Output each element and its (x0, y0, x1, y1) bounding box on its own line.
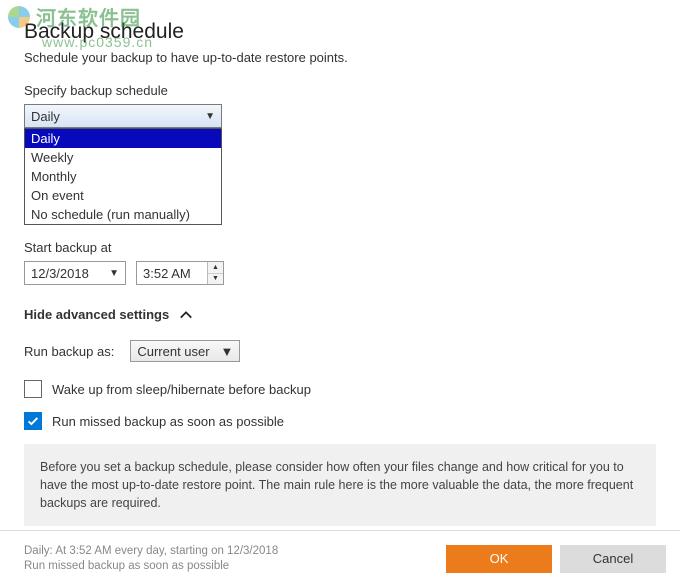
summary-line-1: Daily: At 3:52 AM every day, starting on… (24, 544, 438, 559)
chevron-down-icon: ▼ (220, 344, 233, 359)
run-as-select[interactable]: Current user ▼ (130, 340, 240, 362)
schedule-option-monthly[interactable]: Monthly (25, 167, 221, 186)
chevron-down-icon: ▼ (105, 268, 123, 279)
footer-summary: Daily: At 3:52 AM every day, starting on… (24, 544, 438, 574)
info-box: Before you set a backup schedule, please… (24, 444, 656, 526)
start-backup-label: Start backup at (24, 240, 656, 255)
summary-line-2: Run missed backup as soon as possible (24, 559, 438, 574)
schedule-option-on-event[interactable]: On event (25, 186, 221, 205)
schedule-option-weekly[interactable]: Weekly (25, 148, 221, 167)
missed-checkbox[interactable] (24, 412, 42, 430)
start-date-value: 12/3/2018 (31, 266, 89, 281)
time-spinner[interactable]: ▲ ▼ (207, 262, 223, 284)
footer: Daily: At 3:52 AM every day, starting on… (0, 530, 680, 586)
missed-label: Run missed backup as soon as possible (52, 414, 284, 429)
wake-checkbox[interactable] (24, 380, 42, 398)
spinner-down-icon[interactable]: ▼ (208, 274, 223, 285)
page-title: Backup schedule (24, 20, 656, 44)
schedule-option-daily[interactable]: Daily (25, 129, 221, 148)
ok-button[interactable]: OK (446, 545, 552, 573)
wake-label: Wake up from sleep/hibernate before back… (52, 382, 311, 397)
cancel-button[interactable]: Cancel (560, 545, 666, 573)
start-time-input[interactable]: 3:52 AM ▲ ▼ (136, 261, 224, 285)
chevron-down-icon: ▼ (205, 111, 215, 122)
start-date-input[interactable]: 12/3/2018 ▼ (24, 261, 126, 285)
page-subtitle: Schedule your backup to have up-to-date … (24, 50, 656, 65)
schedule-select-value: Daily (31, 109, 60, 124)
run-as-value: Current user (137, 344, 209, 359)
schedule-option-no-schedule[interactable]: No schedule (run manually) (25, 205, 221, 224)
spinner-up-icon[interactable]: ▲ (208, 262, 223, 274)
chevron-up-icon (179, 308, 193, 322)
advanced-toggle-label: Hide advanced settings (24, 307, 169, 322)
schedule-dropdown: Daily Weekly Monthly On event No schedul… (24, 128, 222, 225)
start-time-value: 3:52 AM (143, 266, 191, 281)
run-as-label: Run backup as: (24, 344, 114, 359)
schedule-select[interactable]: Daily ▼ (24, 104, 222, 128)
schedule-label: Specify backup schedule (24, 83, 656, 98)
advanced-settings-toggle[interactable]: Hide advanced settings (24, 307, 656, 322)
